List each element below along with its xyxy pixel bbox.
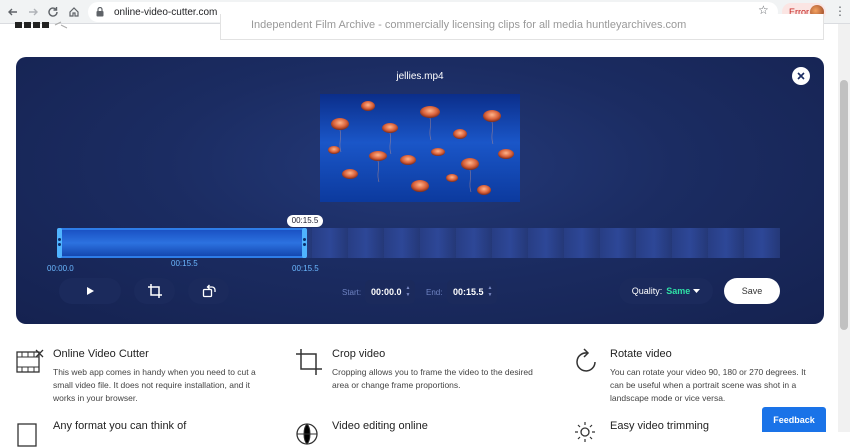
close-icon[interactable] bbox=[792, 67, 810, 85]
rotate-icon bbox=[576, 348, 596, 372]
timeline-selection[interactable] bbox=[60, 228, 306, 258]
trim-end-handle[interactable] bbox=[302, 228, 307, 258]
quality-label: Quality: bbox=[631, 286, 663, 296]
rotate-icon bbox=[202, 284, 216, 298]
crop-button[interactable] bbox=[134, 278, 175, 304]
crop-icon bbox=[147, 284, 162, 298]
feedback-button[interactable]: Feedback bbox=[762, 407, 826, 432]
timeline-end-label: 00:15.5 bbox=[292, 264, 319, 273]
end-time-input[interactable]: 00:15.5 ▲ ▼ bbox=[447, 280, 497, 304]
file-name: jellies.mp4 bbox=[396, 71, 444, 82]
lock-icon bbox=[96, 7, 106, 17]
film-cut-icon bbox=[16, 349, 44, 373]
scrollbar-thumb[interactable] bbox=[840, 80, 848, 330]
url-text: online-video-cutter.com bbox=[114, 6, 218, 18]
ad-banner[interactable]: Independent Film Archive - commercially … bbox=[220, 14, 824, 40]
menu-dots-icon[interactable]: ⋮ bbox=[834, 4, 846, 18]
timeline-start-label: 00:00.0 bbox=[47, 264, 74, 273]
play-icon bbox=[87, 287, 94, 295]
timeline-mid-label: 00:15.5 bbox=[171, 259, 198, 268]
crop-icon bbox=[296, 349, 322, 375]
sun-icon bbox=[575, 422, 595, 442]
feature-crop-video: Crop video Cropping allows you to frame … bbox=[295, 348, 535, 398]
chevron-down-icon bbox=[693, 288, 701, 293]
start-label: Start: bbox=[342, 288, 362, 297]
feature-title: Crop video bbox=[332, 348, 386, 360]
quality-value: Same bbox=[666, 286, 691, 296]
globe-icon bbox=[296, 423, 318, 445]
save-button[interactable]: Save bbox=[724, 278, 780, 304]
play-button[interactable] bbox=[59, 278, 121, 304]
start-time-spinner[interactable]: ▲ ▼ bbox=[405, 285, 411, 299]
feature-title: Video editing online bbox=[332, 420, 428, 432]
jellyfish-frame bbox=[328, 101, 514, 195]
feature-title: Any format you can think of bbox=[53, 420, 187, 432]
formats-icon bbox=[17, 423, 37, 447]
feature-title: Online Video Cutter bbox=[53, 348, 149, 360]
feedback-label: Feedback bbox=[773, 414, 815, 425]
start-time-value: 00:00.0 bbox=[371, 287, 402, 297]
rotate-button[interactable] bbox=[188, 278, 229, 304]
end-time-spinner[interactable]: ▲ ▼ bbox=[487, 285, 493, 299]
feature-title: Rotate video bbox=[610, 348, 672, 360]
feature-description: This web app comes in handy when you nee… bbox=[53, 367, 256, 403]
current-time-bubble: 00:15.5 bbox=[287, 215, 323, 227]
feature-title: Easy video trimming bbox=[610, 420, 710, 432]
video-preview[interactable] bbox=[320, 94, 520, 202]
end-time-value: 00:15.5 bbox=[453, 287, 484, 297]
feature-description: You can rotate your video 90, 180 or 270… bbox=[610, 367, 806, 403]
feature-rotate-video: Rotate video You can rotate your video 9… bbox=[573, 348, 813, 408]
save-label: Save bbox=[741, 286, 763, 296]
trim-start-handle[interactable] bbox=[57, 228, 62, 258]
site-logo[interactable] bbox=[15, 20, 77, 30]
end-label: End: bbox=[426, 288, 443, 297]
start-time-input[interactable]: 00:00.0 ▲ ▼ bbox=[365, 280, 415, 304]
feature-description: Cropping allows you to frame the video t… bbox=[332, 367, 533, 390]
feature-online-video-cutter: Online Video Cutter This web app comes i… bbox=[16, 348, 256, 408]
ad-text: Independent Film Archive - commercially … bbox=[251, 19, 687, 31]
quality-dropdown[interactable]: Quality: Same bbox=[619, 278, 713, 304]
